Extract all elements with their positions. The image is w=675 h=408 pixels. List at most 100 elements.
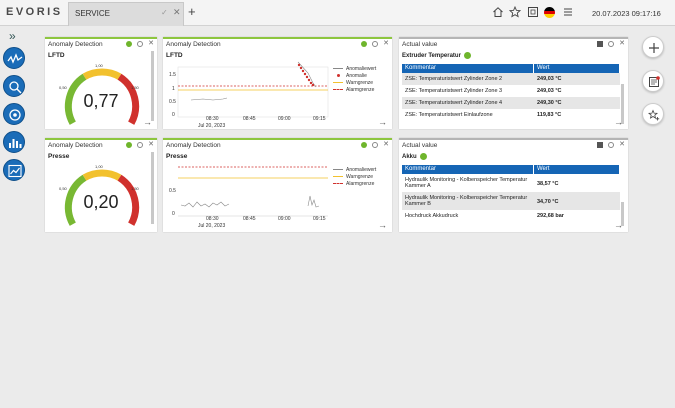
widget-subtitle: LFTD <box>48 52 65 59</box>
bar-chart-icon <box>9 139 22 148</box>
widget-gauge-presse: Anomaly Detection ✕ Presse 0,50 1,00 1,5… <box>45 138 157 232</box>
german-flag-icon[interactable] <box>544 7 555 18</box>
app-logo: EVORIS <box>6 6 63 18</box>
sidebar-item-reports[interactable] <box>3 131 25 153</box>
favorite-add-button[interactable] <box>642 103 664 125</box>
date-time: 20.07.2023 09:17:16 <box>592 9 661 18</box>
sidebar-item-settings[interactable] <box>3 103 25 125</box>
top-bar: EVORIS SERVICE ✓ ✕ + 20.07.2023 09:17:16 <box>0 0 675 26</box>
table-row: Hydraulik Monitoring - Kolbenspeicher Te… <box>402 174 620 192</box>
tab-service[interactable]: SERVICE ✓ ✕ <box>68 2 184 26</box>
add-tab-button[interactable]: + <box>188 4 196 19</box>
sidebar-item-anomaly[interactable] <box>3 47 25 69</box>
open-arrow-icon[interactable]: → <box>614 220 623 230</box>
legend-label: Anomaliewert <box>346 65 377 72</box>
sidebar-item-trends[interactable] <box>3 159 25 181</box>
gauge-value: 0,20 <box>83 192 119 212</box>
menu-icon[interactable] <box>562 6 574 18</box>
scrollbar[interactable] <box>151 152 154 224</box>
settings-icon[interactable] <box>137 41 144 47</box>
close-icon[interactable]: ✕ <box>148 141 154 148</box>
row-value: 119,83 °C <box>537 112 562 118</box>
gauge-high-label: 1,50 <box>131 85 139 90</box>
notes-icon <box>649 76 660 87</box>
widget-title: Actual value <box>402 41 438 48</box>
row-value: 249,03 °C <box>537 88 562 94</box>
chart-legend: Anomaliewert Warngrenze Alarmgrenze <box>333 166 376 187</box>
gear-hand-icon <box>9 109 21 121</box>
row-label: Hydraulik Monitoring - Kolbenspeicher Te… <box>405 177 528 189</box>
widget-subtitle: Extruder Temperatur <box>402 52 471 59</box>
home-icon[interactable] <box>492 6 504 18</box>
y-tick: 1.5 <box>169 72 176 78</box>
widget-title: Anomaly Detection <box>48 142 103 149</box>
row-label: ZSE: Temperaturistwert Zylinder Zone 2 <box>405 76 503 82</box>
sidebar-toggle-icon[interactable]: » <box>9 29 16 43</box>
settings-icon[interactable] <box>137 142 144 148</box>
notes-button[interactable] <box>642 70 664 92</box>
x-tick: 09:15 <box>313 116 326 122</box>
x-tick: 09:00 <box>278 116 291 122</box>
column-header: Wert <box>534 165 620 174</box>
open-arrow-icon[interactable]: → <box>378 117 387 127</box>
table-row: Hochdruck Akkudruck 292,68 bar <box>402 210 620 222</box>
table-row: ZSE: Temperaturistwert Einlaufzone 119,8… <box>402 109 620 121</box>
row-value: 38,57 °C <box>537 181 559 187</box>
x-tick: 09:00 <box>278 216 291 222</box>
add-widget-button[interactable] <box>642 36 664 58</box>
legend-label: Warngrenze <box>346 173 374 180</box>
x-tick: 08:45 <box>243 116 256 122</box>
widget-title: Anomaly Detection <box>48 41 103 48</box>
x-tick: 08:30 <box>206 116 219 122</box>
sidebar-item-search[interactable] <box>3 75 25 97</box>
widget-actual-akku: Actual value ✕ Akku Kommentar Wert Hydra… <box>399 138 628 232</box>
status-ok-icon <box>463 52 471 59</box>
status-ok-icon <box>419 153 427 160</box>
star-icon[interactable] <box>509 6 521 18</box>
fullscreen-icon[interactable] <box>527 6 539 18</box>
table-row: ZSE: Temperaturistwert Zylinder Zone 2 2… <box>402 73 620 85</box>
gauge-low-label: 0,50 <box>59 85 67 90</box>
close-icon[interactable]: ✕ <box>619 40 625 47</box>
status-ok-icon <box>126 142 133 148</box>
table-row: Hydraulik Monitoring - Kolbenspeicher Te… <box>402 192 620 210</box>
subtitle-text: Akku <box>402 153 417 160</box>
x-date: Jul 20, 2023 <box>198 223 226 229</box>
open-arrow-icon[interactable]: → <box>614 117 623 127</box>
close-icon[interactable]: ✕ <box>148 40 154 47</box>
legend-label: Warngrenze <box>346 79 374 86</box>
tab-label: SERVICE <box>75 9 110 18</box>
row-label: ZSE: Temperaturistwert Zylinder Zone 3 <box>405 88 503 94</box>
settings-icon[interactable] <box>608 142 615 148</box>
row-label: Hydraulik Monitoring - Kolbenspeicher Te… <box>405 195 528 207</box>
star-plus-icon <box>648 109 660 121</box>
trend-chart-icon <box>8 164 22 178</box>
y-tick: 0 <box>172 211 175 217</box>
row-value: 292,68 bar <box>537 213 564 219</box>
open-arrow-icon[interactable]: → <box>378 220 387 230</box>
legend-label: Anomalie <box>346 72 367 79</box>
plus-icon <box>649 43 659 53</box>
x-tick: 09:15 <box>313 216 326 222</box>
open-arrow-icon[interactable]: → <box>143 117 152 127</box>
gauge-high-label: 1,50 <box>131 186 139 191</box>
values-table: Kommentar Wert ZSE: Temperaturistwert Zy… <box>402 64 620 121</box>
legend-label: Alarmgrenze <box>346 86 375 93</box>
legend-label: Alarmgrenze <box>346 180 375 187</box>
close-tab-icon[interactable]: ✕ <box>173 7 181 18</box>
y-tick: 0.5 <box>169 99 176 105</box>
settings-icon[interactable] <box>608 41 615 47</box>
export-icon[interactable] <box>597 142 604 148</box>
column-header: Wert <box>534 64 620 73</box>
subtitle-text: Extruder Temperatur <box>402 52 461 59</box>
sidebar: » <box>0 27 30 408</box>
gauge-mid-label: 1,00 <box>95 164 103 169</box>
scrollbar[interactable] <box>151 51 154 121</box>
export-icon[interactable] <box>597 41 604 47</box>
gauge-low-label: 0,50 <box>59 186 67 191</box>
row-value: 249,30 °C <box>537 100 562 106</box>
x-date: Jul 20, 2023 <box>198 123 226 129</box>
widget-chart-lftd: Anomaly Detection ✕ LFTD 1.5 1 0.5 0 08:… <box>163 37 392 129</box>
row-label: Hochdruck Akkudruck <box>405 213 459 219</box>
close-icon[interactable]: ✕ <box>619 141 625 148</box>
